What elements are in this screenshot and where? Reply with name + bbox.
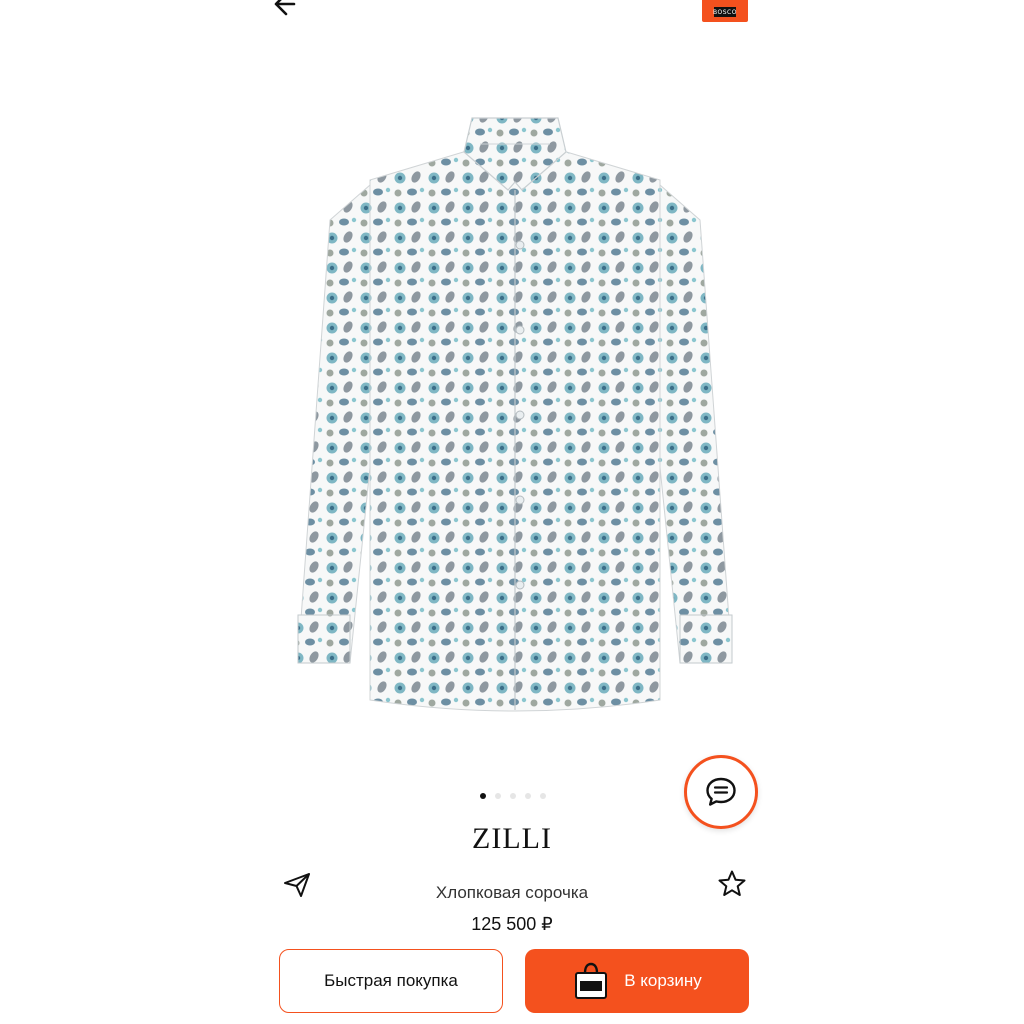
logo-mark: BOSCO <box>713 7 737 17</box>
product-brand[interactable]: ZILLI <box>0 822 1024 856</box>
product-price: 125 500 ₽ <box>471 914 553 934</box>
shirt-image <box>297 117 733 712</box>
pagination-dot[interactable] <box>540 793 546 799</box>
arrow-left-icon <box>274 0 296 16</box>
pagination-dot[interactable] <box>480 793 486 799</box>
top-bar: BOSCO <box>0 0 1024 30</box>
store-logo[interactable]: BOSCO <box>702 0 748 22</box>
chat-bubble-icon <box>706 777 736 806</box>
add-to-cart-button[interactable]: В корзину <box>525 949 749 1013</box>
product-name: Хлопковая сорочка <box>435 883 589 902</box>
shopping-bag-icon <box>575 962 608 999</box>
product-image[interactable] <box>290 110 740 720</box>
pagination-dot[interactable] <box>510 793 516 799</box>
pagination-dot[interactable] <box>525 793 531 799</box>
logo-text: BOSCO <box>713 8 737 16</box>
chat-button[interactable] <box>684 755 758 829</box>
quick-buy-label: Быстрая покупка <box>324 971 458 990</box>
quick-buy-button[interactable]: Быстрая покупка <box>279 949 503 1013</box>
back-button[interactable] <box>268 0 304 22</box>
pagination-dot[interactable] <box>495 793 501 799</box>
add-to-cart-label: В корзину <box>624 971 702 990</box>
gallery-pagination[interactable] <box>480 793 546 799</box>
